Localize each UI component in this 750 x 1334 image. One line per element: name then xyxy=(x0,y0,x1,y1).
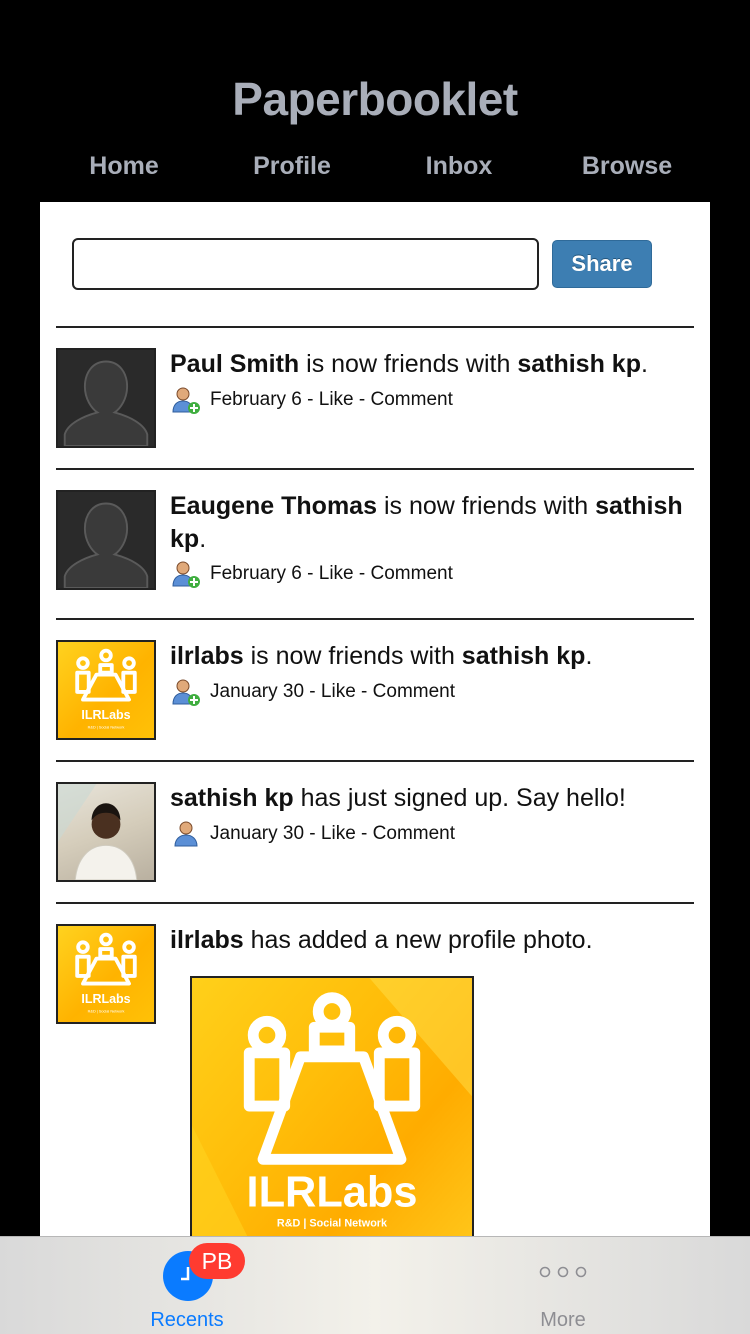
feed-item: Eaugene Thomas is now friends with sathi… xyxy=(56,468,694,618)
suffix-text: . xyxy=(585,642,593,670)
share-button[interactable]: Share xyxy=(552,240,652,288)
sep-text: - xyxy=(353,563,371,584)
sep-text: - xyxy=(355,823,373,844)
svg-text:R&D | Social Network: R&D | Social Network xyxy=(88,725,125,729)
date-text: February 6 xyxy=(210,563,302,584)
user-photo-avatar[interactable] xyxy=(56,782,156,882)
friend-add-icon xyxy=(172,679,200,706)
feed-item-text: Eaugene Thomas is now friends with sathi… xyxy=(170,490,694,556)
feed-meta-text: January 30 - Like - Comment xyxy=(210,818,455,850)
sep-text: - xyxy=(353,389,371,410)
sep-text: - xyxy=(355,681,373,702)
sep-text: - xyxy=(304,823,321,844)
svg-text:R&D | Social Network: R&D | Social Network xyxy=(88,1009,125,1013)
svg-text:ILRLabs: ILRLabs xyxy=(81,708,130,722)
sep-text: - xyxy=(301,389,319,410)
friend-add-icon xyxy=(172,561,200,588)
feed-item: Paul Smith is now friends with sathish k… xyxy=(56,326,694,468)
feed-meta: January 30 - Like - Comment xyxy=(170,818,690,850)
suffix-text: . xyxy=(640,350,648,378)
notification-badge: PB xyxy=(189,1243,245,1279)
comment-link[interactable]: Comment xyxy=(373,823,455,844)
default-avatar-icon[interactable] xyxy=(56,348,156,448)
default-avatar-icon[interactable] xyxy=(56,490,156,590)
like-link[interactable]: Like xyxy=(321,823,356,844)
content-panel: Share Paul Smith is now friends with sat… xyxy=(40,202,710,1236)
tab-more-label: More xyxy=(540,1309,586,1331)
actor-link[interactable]: ilrlabs xyxy=(170,926,244,954)
action-text: is now friends with xyxy=(377,492,596,520)
feed-meta: February 6 - Like - Comment xyxy=(170,384,690,416)
target-link[interactable]: sathish kp xyxy=(517,350,641,378)
svg-text:R&D | Social Network: R&D | Social Network xyxy=(277,1217,388,1229)
actor-link[interactable]: sathish kp xyxy=(170,784,294,812)
user-icon xyxy=(174,821,198,847)
tab-recents[interactable]: PB Recents xyxy=(87,1237,287,1334)
feed-item: sathish kp has just signed up. Say hello… xyxy=(56,760,694,902)
feed-item: ILRLabs R&D | Social Network ilrlabs is … xyxy=(56,618,694,760)
profile-photo-image[interactable]: ILRLabs R&D | Social Network xyxy=(190,976,474,1236)
date-text: January 30 xyxy=(210,823,305,844)
top-nav: Home Profile Inbox Browse xyxy=(40,152,710,192)
comment-link[interactable]: Comment xyxy=(373,681,455,702)
action-text: has added a new profile photo. xyxy=(243,926,593,954)
like-link[interactable]: Like xyxy=(321,681,356,702)
action-text: is now friends with xyxy=(299,350,518,378)
target-link[interactable]: sathish kp xyxy=(462,642,586,670)
friend-add-icon xyxy=(172,387,200,414)
tab-recents-label: Recents xyxy=(150,1309,224,1331)
date-text: January 30 xyxy=(210,681,305,702)
actor-link[interactable]: Eaugene Thomas xyxy=(170,492,377,520)
nav-browse[interactable]: Browse xyxy=(543,152,711,181)
actor-link[interactable]: Paul Smith xyxy=(170,350,299,378)
feed-item: ILRLabs R&D | Social Network ilrlabs has… xyxy=(56,902,694,1236)
tab-more[interactable]: More xyxy=(463,1237,663,1334)
like-link[interactable]: Like xyxy=(319,389,354,410)
nav-profile[interactable]: Profile xyxy=(208,152,376,181)
comment-link[interactable]: Comment xyxy=(371,389,453,410)
date-text: February 6 xyxy=(210,389,302,410)
suffix-text: . xyxy=(199,525,207,553)
comment-link[interactable]: Comment xyxy=(371,563,453,584)
feed-meta-text: February 6 - Like - Comment xyxy=(210,384,453,416)
feed-item-text: ilrlabs has added a new profile photo. xyxy=(170,924,694,957)
nav-home[interactable]: Home xyxy=(40,152,208,181)
actor-link[interactable]: ilrlabs xyxy=(170,642,244,670)
ilrlabs-logo-avatar[interactable]: ILRLabs R&D | Social Network xyxy=(56,640,156,740)
feed-meta: January 30 - Like - Comment xyxy=(170,676,690,708)
ilrlabs-logo-avatar[interactable]: ILRLabs R&D | Social Network xyxy=(56,924,156,1024)
svg-text:ILRLabs: ILRLabs xyxy=(81,992,130,1006)
status-input[interactable] xyxy=(72,238,539,290)
feed-item-text: ilrlabs is now friends with sathish kp. xyxy=(170,640,694,673)
feed-meta: February 6 - Like - Comment xyxy=(170,558,690,590)
app-title: Paperbooklet xyxy=(232,73,518,125)
svg-text:ILRLabs: ILRLabs xyxy=(247,1169,418,1217)
sep-text: - xyxy=(301,563,319,584)
tab-bar: PB Recents More xyxy=(0,1236,750,1334)
feed-item-text: sathish kp has just signed up. Say hello… xyxy=(170,782,694,815)
nav-inbox[interactable]: Inbox xyxy=(375,152,543,181)
sep-text: - xyxy=(304,681,321,702)
like-link[interactable]: Like xyxy=(319,563,354,584)
feed-meta-text: February 6 - Like - Comment xyxy=(210,558,453,590)
action-text: has just signed up. Say hello! xyxy=(293,784,626,812)
feed-item-text: Paul Smith is now friends with sathish k… xyxy=(170,348,694,381)
more-icon xyxy=(463,1263,663,1284)
feed-meta-text: January 30 - Like - Comment xyxy=(210,676,455,708)
action-text: is now friends with xyxy=(243,642,462,670)
